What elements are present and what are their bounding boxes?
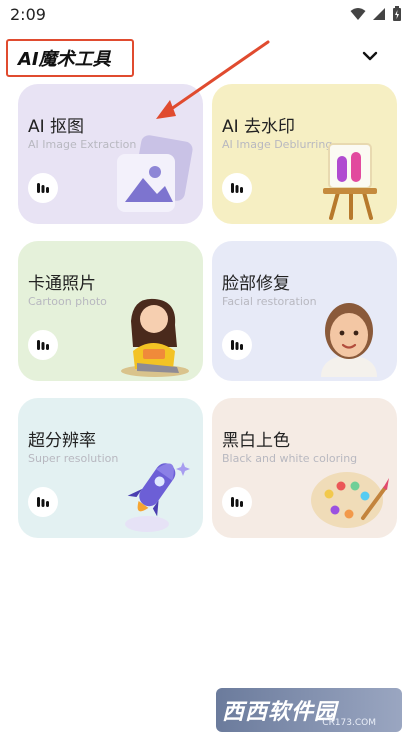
- card-facial-restoration[interactable]: 脸部修复 Facial restoration: [212, 241, 397, 381]
- audio-button[interactable]: [28, 330, 58, 360]
- card-title: AI 去水印: [222, 117, 296, 137]
- signal-icon: [373, 8, 385, 20]
- wifi-icon: [350, 8, 366, 20]
- audio-wave-icon: [37, 340, 49, 350]
- audio-button[interactable]: [222, 330, 252, 360]
- card-cartoon-photo[interactable]: 卡通照片 Cartoon photo: [18, 241, 203, 381]
- cartoon-girl-illustration: [121, 298, 189, 377]
- card-subtitle: Super resolution: [28, 452, 119, 465]
- audio-wave-icon: [37, 183, 49, 193]
- audio-wave-icon: [231, 340, 243, 350]
- audio-button[interactable]: [222, 173, 252, 203]
- audio-wave-icon: [231, 497, 243, 507]
- card-black-white-coloring[interactable]: 黑白上色 Black and white coloring: [212, 398, 397, 538]
- header: AI魔术工具: [0, 34, 416, 82]
- watermark-domain: CR173.COM: [322, 718, 376, 728]
- card-super-resolution[interactable]: 超分辨率 Super resolution: [18, 398, 203, 538]
- rocket-illustration: [125, 462, 190, 532]
- audio-button[interactable]: [28, 487, 58, 517]
- card-title: 脸部修复: [222, 274, 290, 294]
- chevron-down-icon[interactable]: [360, 46, 380, 66]
- audio-button[interactable]: [222, 487, 252, 517]
- card-subtitle: Cartoon photo: [28, 295, 107, 308]
- easel-paint-illustration: [323, 143, 377, 220]
- audio-wave-icon: [37, 497, 49, 507]
- card-ai-watermark-removal[interactable]: AI 去水印 AI Image Deblurring: [212, 84, 397, 224]
- audio-wave-icon: [231, 183, 243, 193]
- watermark-logo: 西西软件园 CR173.COM: [216, 688, 402, 732]
- image-cutout-illustration: [117, 135, 193, 212]
- watermark-text: 西西软件园: [222, 700, 338, 725]
- status-bar: 2:09: [0, 0, 416, 30]
- paint-palette-illustration: [311, 472, 389, 528]
- card-title: AI 抠图: [28, 117, 85, 137]
- cartoon-face-illustration: [321, 303, 377, 377]
- card-title: 黑白上色: [222, 431, 290, 451]
- status-icons: [350, 6, 402, 22]
- battery-icon: [393, 6, 401, 21]
- card-ai-cutout[interactable]: AI 抠图 AI Image Extraction: [18, 84, 203, 224]
- card-title: 超分辨率: [28, 431, 96, 451]
- card-title: 卡通照片: [28, 274, 96, 294]
- page-title: AI魔术工具: [18, 49, 111, 70]
- status-time: 2:09: [10, 5, 46, 24]
- audio-button[interactable]: [28, 173, 58, 203]
